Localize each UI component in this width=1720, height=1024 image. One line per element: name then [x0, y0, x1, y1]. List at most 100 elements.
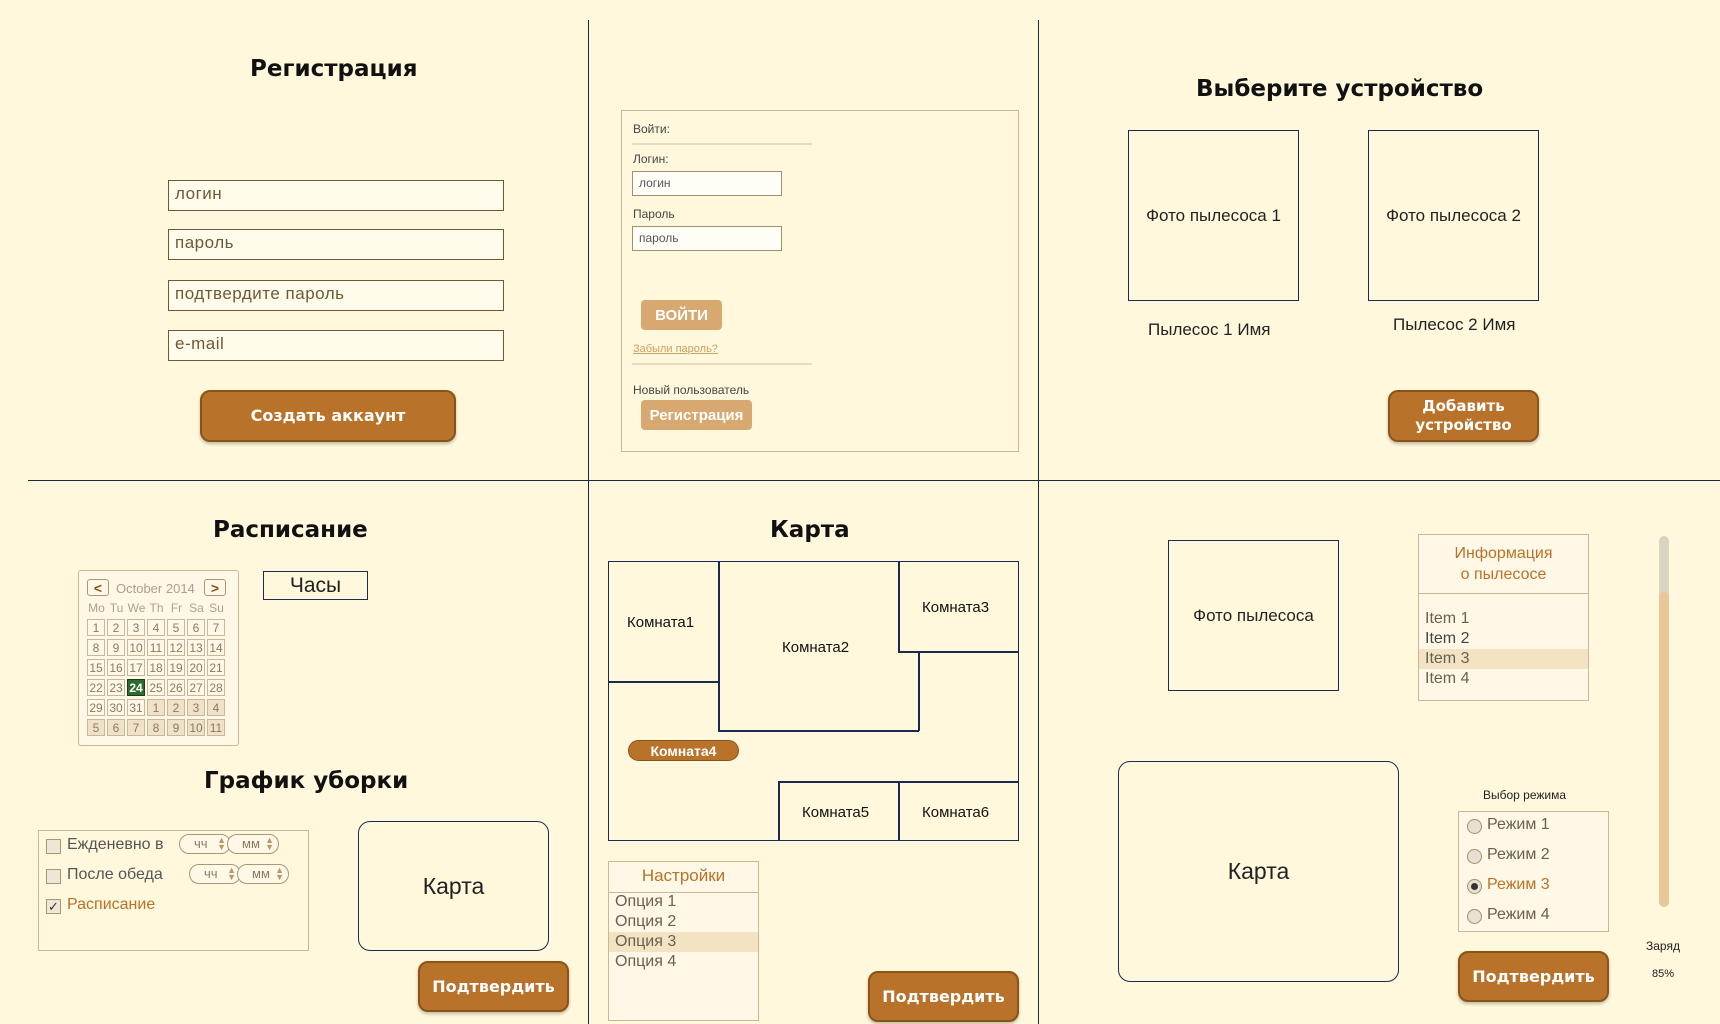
- schedule-confirm-button[interactable]: Подтвердить: [418, 961, 569, 1012]
- password-field[interactable]: пароль: [632, 226, 782, 251]
- stepper-arrows-icon[interactable]: ▲ ▼: [227, 866, 236, 882]
- calendar-day[interactable]: 4: [147, 619, 165, 636]
- schedule-checkbox[interactable]: ✓: [46, 899, 61, 914]
- mode-radio-4[interactable]: [1467, 909, 1482, 924]
- after-lunch-hour-stepper[interactable]: чч ▲ ▼: [189, 864, 241, 884]
- stepper-arrows-icon[interactable]: ▲ ▼: [217, 836, 226, 852]
- email-input[interactable]: e-mail: [168, 330, 504, 361]
- calendar-day[interactable]: 8: [87, 639, 105, 656]
- mode-radio-3[interactable]: [1467, 879, 1482, 894]
- calendar-day-selected[interactable]: 24: [127, 679, 145, 696]
- room-1[interactable]: Комната1: [627, 614, 694, 631]
- daily-minute-stepper[interactable]: мм ▲ ▼: [227, 834, 279, 854]
- device-info-item-selected[interactable]: Item 3: [1419, 649, 1588, 669]
- calendar-day[interactable]: 27: [187, 679, 205, 696]
- settings-option-selected[interactable]: Опция 3: [609, 932, 758, 952]
- calendar-prev-button[interactable]: <: [87, 579, 109, 596]
- calendar-day[interactable]: 16: [107, 659, 125, 676]
- after-lunch-checkbox[interactable]: [46, 869, 61, 884]
- calendar-day[interactable]: 14: [207, 639, 225, 656]
- calendar-day[interactable]: 6: [107, 719, 125, 736]
- calendar-day[interactable]: 7: [127, 719, 145, 736]
- calendar-day[interactable]: 25: [147, 679, 165, 696]
- device-photo-1[interactable]: Фото пылесоса 1: [1128, 130, 1299, 301]
- settings-option[interactable]: Опция 1: [609, 892, 758, 912]
- forgot-password-link[interactable]: Забыли пароль?: [633, 343, 718, 355]
- room-2[interactable]: Комната2: [782, 639, 849, 656]
- login-button[interactable]: ВОЙТИ: [641, 300, 722, 330]
- device-info-item[interactable]: Item 2: [1419, 629, 1588, 649]
- create-account-button[interactable]: Создать аккаунт: [200, 390, 456, 442]
- calendar-day[interactable]: 3: [127, 619, 145, 636]
- room-6[interactable]: Комната6: [922, 804, 989, 821]
- confirm-password-input[interactable]: подтвердите пароль: [168, 280, 504, 311]
- calendar-day[interactable]: 2: [167, 699, 185, 716]
- calendar-day[interactable]: 6: [187, 619, 205, 636]
- map-confirm-button[interactable]: Подтвердить: [868, 971, 1019, 1022]
- calendar-day[interactable]: 1: [147, 699, 165, 716]
- mode-radio-1[interactable]: [1467, 819, 1482, 834]
- calendar-day[interactable]: 9: [107, 639, 125, 656]
- mode-radio-2[interactable]: [1467, 849, 1482, 864]
- daily-checkbox[interactable]: [46, 839, 61, 854]
- device-info-item[interactable]: Item 1: [1419, 609, 1588, 629]
- calendar-day[interactable]: 22: [87, 679, 105, 696]
- registration-title: Регистрация: [250, 56, 418, 82]
- clock-box[interactable]: Часы: [263, 571, 368, 600]
- calendar-day[interactable]: 31: [127, 699, 145, 716]
- calendar-day[interactable]: 2: [107, 619, 125, 636]
- stepper-arrows-icon[interactable]: ▲ ▼: [265, 836, 274, 852]
- calendar-day[interactable]: 26: [167, 679, 185, 696]
- calendar-day[interactable]: 21: [207, 659, 225, 676]
- calendar-day[interactable]: 7: [207, 619, 225, 636]
- calendar-day[interactable]: 8: [147, 719, 165, 736]
- calendar-day[interactable]: 29: [87, 699, 105, 716]
- room-5[interactable]: Комната5: [802, 804, 869, 821]
- device-info-item[interactable]: Item 4: [1419, 669, 1588, 689]
- map-title: Карта: [770, 517, 850, 543]
- add-device-button[interactable]: Добавить устройство: [1388, 390, 1539, 442]
- password-input[interactable]: пароль: [168, 229, 504, 260]
- settings-option[interactable]: Опция 2: [609, 912, 758, 932]
- calendar-day[interactable]: 11: [147, 639, 165, 656]
- room-4-badge[interactable]: Комната4: [628, 740, 739, 761]
- calendar-day[interactable]: 30: [107, 699, 125, 716]
- calendar-day[interactable]: 4: [207, 699, 225, 716]
- calendar-day[interactable]: 10: [187, 719, 205, 736]
- calendar-day[interactable]: 12: [167, 639, 185, 656]
- device-info-title-line1: Информация: [1454, 545, 1553, 562]
- calendar-day[interactable]: 13: [187, 639, 205, 656]
- calendar-day[interactable]: 15: [87, 659, 105, 676]
- after-lunch-minute-stepper[interactable]: мм ▲ ▼: [237, 864, 289, 884]
- device-confirm-button[interactable]: Подтвердить: [1458, 951, 1609, 1002]
- calendar-day[interactable]: 11: [207, 719, 225, 736]
- calendar-day[interactable]: 3: [187, 699, 205, 716]
- charge-value: 85%: [1652, 968, 1675, 980]
- password-label: Пароль: [633, 207, 675, 221]
- daily-hour-stepper[interactable]: чч ▲ ▼: [179, 834, 231, 854]
- device-map-box[interactable]: Карта: [1118, 761, 1399, 982]
- stepper-arrows-icon[interactable]: ▲ ▼: [275, 866, 284, 882]
- schedule-map-box[interactable]: Карта: [358, 821, 549, 951]
- login-separator-1: [632, 143, 812, 145]
- calendar-day[interactable]: 19: [167, 659, 185, 676]
- settings-title: Настройки: [641, 866, 726, 885]
- calendar-day[interactable]: 17: [127, 659, 145, 676]
- calendar-day[interactable]: 5: [87, 719, 105, 736]
- calendar-day[interactable]: 1: [87, 619, 105, 636]
- device-photo-2[interactable]: Фото пылесоса 2: [1368, 130, 1539, 301]
- calendar-day[interactable]: 23: [107, 679, 125, 696]
- calendar-day[interactable]: 18: [147, 659, 165, 676]
- calendar-day[interactable]: 20: [187, 659, 205, 676]
- calendar-day[interactable]: 10: [127, 639, 145, 656]
- schedule-title: Расписание: [213, 517, 368, 543]
- register-button[interactable]: Регистрация: [641, 400, 752, 430]
- room-3[interactable]: Комната3: [922, 599, 989, 616]
- calendar-day[interactable]: 5: [167, 619, 185, 636]
- calendar-day[interactable]: 28: [207, 679, 225, 696]
- calendar-next-button[interactable]: >: [204, 579, 226, 596]
- login-input[interactable]: логин: [168, 180, 504, 211]
- settings-option[interactable]: Опция 4: [609, 952, 758, 972]
- calendar-day[interactable]: 9: [167, 719, 185, 736]
- login-field[interactable]: логин: [632, 171, 782, 196]
